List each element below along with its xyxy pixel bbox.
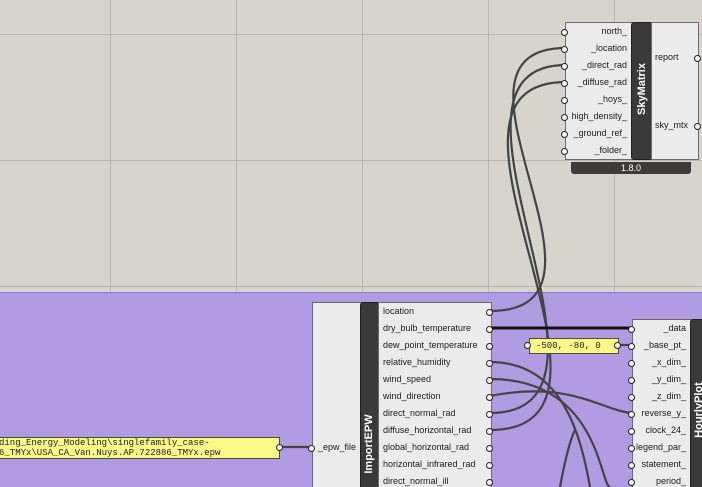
importepw-port-relative-humidity[interactable] [486, 360, 493, 367]
skymatrix-input-folder[interactable]: _folder_ [565, 142, 627, 159]
importepw-port-direct-normal-rad[interactable] [486, 411, 493, 418]
hourlyplot-port-y-dim[interactable] [628, 377, 635, 384]
importepw-input-panel [312, 302, 362, 487]
skymatrix-input-hoys[interactable]: _hoys_ [565, 91, 627, 108]
hourlyplot-input-legend-par[interactable]: legend_par_ [632, 439, 686, 456]
hourlyplot-input-reverse-y[interactable]: reverse_y_ [632, 405, 686, 422]
grasshopper-canvas[interactable]: SkyMatrix 1.8.0 north_ _location _direct… [0, 0, 702, 487]
importepw-port-direct-normal-ill[interactable] [486, 479, 493, 486]
importepw-output-diffuse-horizontal-rad[interactable]: diffuse_horizontal_rad [383, 422, 491, 439]
point-panel-input-port[interactable] [524, 342, 531, 349]
epw-path-panel-output-port[interactable] [276, 444, 283, 451]
importepw-output-horizontal-infrared-rad[interactable]: horizontal_infrared_rad [383, 456, 491, 473]
importepw-port-global-horizontal-rad[interactable] [486, 445, 493, 452]
skymatrix-output-panel [651, 22, 699, 160]
hourlyplot-input-x-dim[interactable]: _x_dim_ [632, 354, 686, 371]
epw-path-line1: ding_Energy_Modeling\singlefamily_case- [0, 438, 210, 448]
wire-direct-rad [488, 63, 568, 415]
importepw-port-epw-file[interactable] [308, 445, 315, 452]
point-panel[interactable]: -500, -80, 0 [529, 338, 619, 354]
importepw-input-epw-file[interactable]: _epw_file [312, 439, 356, 456]
importepw-port-location[interactable] [486, 309, 493, 316]
hourlyplot-port-reverse-y[interactable] [628, 411, 635, 418]
hourlyplot-port-base-pt[interactable] [628, 343, 635, 350]
skymatrix-input-direct-rad[interactable]: _direct_rad [565, 57, 627, 74]
importepw-port-wind-direction[interactable] [486, 394, 493, 401]
importepw-output-location[interactable]: location [383, 303, 491, 320]
skymatrix-port-diffuse-rad[interactable] [561, 80, 568, 87]
wire-down-2 [488, 377, 612, 487]
importepw-output-wind-direction[interactable]: wind_direction [383, 388, 491, 405]
wire-diffuse-rad [488, 80, 568, 432]
importepw-port-diffuse-horizontal-rad[interactable] [486, 428, 493, 435]
skymatrix-version: 1.8.0 [571, 162, 691, 174]
importepw-output-dew-point[interactable]: dew_point_temperature [383, 337, 491, 354]
skymatrix-input-north[interactable]: north_ [565, 23, 627, 40]
importepw-title: ImportEPW [363, 414, 375, 474]
skymatrix-port-sky-mtx[interactable] [694, 123, 701, 130]
hourlyplot-component[interactable]: HourlyPlot _data _base_pt_ _x_dim_ _y_di… [628, 319, 702, 487]
skymatrix-port-report[interactable] [694, 55, 701, 62]
skymatrix-input-ground-ref[interactable]: _ground_ref_ [565, 125, 627, 142]
skymatrix-port-direct-rad[interactable] [561, 63, 568, 70]
hourlyplot-port-data[interactable] [628, 326, 635, 333]
skymatrix-port-location[interactable] [561, 46, 568, 53]
skymatrix-port-folder[interactable] [561, 148, 568, 155]
hourlyplot-input-statement[interactable]: statement_ [632, 456, 686, 473]
skymatrix-output-report[interactable]: report [655, 49, 697, 66]
point-panel-output-port[interactable] [614, 342, 621, 349]
skymatrix-port-ground-ref[interactable] [561, 131, 568, 138]
skymatrix-port-hoys[interactable] [561, 97, 568, 104]
skymatrix-port-north[interactable] [561, 29, 568, 36]
hourlyplot-input-data[interactable]: _data [632, 320, 686, 337]
skymatrix-input-location[interactable]: _location [565, 40, 627, 57]
hourlyplot-input-period[interactable]: period_ [632, 473, 686, 487]
skymatrix-input-diffuse-rad[interactable]: _diffuse_rad [565, 74, 627, 91]
importepw-port-dew-point[interactable] [486, 343, 493, 350]
skymatrix-title: SkyMatrix [636, 63, 648, 115]
epw-path-line2: 6_TMYx\USA_CA_Van.Nuys.AP.722886_TMYx.ep… [0, 448, 221, 458]
hourlyplot-port-legend-par[interactable] [628, 445, 635, 452]
importepw-port-wind-speed[interactable] [486, 377, 493, 384]
hourlyplot-port-x-dim[interactable] [628, 360, 635, 367]
point-panel-text: -500, -80, 0 [536, 341, 601, 351]
hourlyplot-input-y-dim[interactable]: _y_dim_ [632, 371, 686, 388]
importepw-output-direct-normal-ill[interactable]: direct_normal_ill [383, 473, 491, 487]
importepw-component[interactable]: ImportEPW _epw_file location dry_bulb_te… [308, 302, 494, 487]
hourlyplot-input-base-pt[interactable]: _base_pt_ [632, 337, 686, 354]
skymatrix-title-bar[interactable]: SkyMatrix [631, 22, 653, 160]
importepw-output-global-horizontal-rad[interactable]: global_horizontal_rad [383, 439, 491, 456]
importepw-output-relative-humidity[interactable]: relative_humidity [383, 354, 491, 371]
importepw-output-wind-speed[interactable]: wind_speed [383, 371, 491, 388]
importepw-port-horizontal-infrared-rad[interactable] [486, 462, 493, 469]
hourlyplot-input-z-dim[interactable]: _z_dim_ [632, 388, 686, 405]
hourlyplot-title-bar[interactable]: HourlyPlot [690, 319, 702, 487]
hourlyplot-port-clock-24[interactable] [628, 428, 635, 435]
skymatrix-component[interactable]: SkyMatrix 1.8.0 north_ _location _direct… [561, 22, 701, 184]
importepw-output-direct-normal-rad[interactable]: direct_normal_rad [383, 405, 491, 422]
hourlyplot-port-period[interactable] [628, 479, 635, 486]
wire-location [488, 46, 568, 313]
hourlyplot-input-clock-24[interactable]: clock_24_ [632, 422, 686, 439]
hourlyplot-port-statement[interactable] [628, 462, 635, 469]
hourlyplot-port-z-dim[interactable] [628, 394, 635, 401]
wire-down-3 [558, 428, 577, 487]
importepw-title-bar[interactable]: ImportEPW [360, 302, 380, 487]
epw-path-panel[interactable]: ding_Energy_Modeling\singlefamily_case- … [0, 437, 280, 459]
skymatrix-port-high-density[interactable] [561, 114, 568, 121]
importepw-output-dry-bulb[interactable]: dry_bulb_temperature [383, 320, 491, 337]
hourlyplot-title: HourlyPlot [693, 382, 702, 438]
importepw-port-dry-bulb[interactable] [486, 326, 493, 333]
skymatrix-input-high-density[interactable]: high_density_ [565, 108, 627, 125]
skymatrix-output-sky-mtx[interactable]: sky_mtx [655, 117, 697, 134]
